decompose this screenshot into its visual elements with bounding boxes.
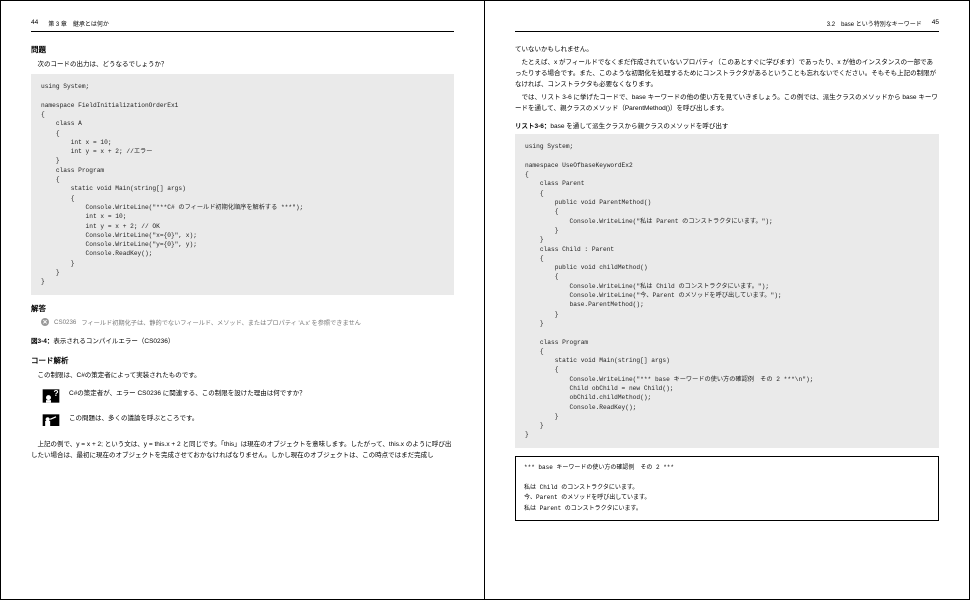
question-person-icon: ? xyxy=(41,386,61,406)
analysis-intro: この制限は、C#の策定者によって実装されたものです。 xyxy=(31,370,454,381)
listing-label: リスト3-6：base を通して派生クラスから親クラスのメソッドを呼び出す xyxy=(515,120,939,130)
left-chapter-title: 第 3 章 継承とは何か xyxy=(48,19,109,28)
compiler-error-line: ✕ CS0236 フィールド初期化子は、静的でないフィールド、メソッド、またはプ… xyxy=(41,318,454,327)
right-para-continue: ていないかもしれません。 xyxy=(515,44,939,55)
question-row: ? C#の策定者が、エラー CS0236 に関連する、この制限を設けた理由は何で… xyxy=(41,386,454,406)
problem-text: 次のコードの出力は、どうなるでしょうか？ xyxy=(31,59,454,70)
section-analysis: コード解析 xyxy=(31,355,454,366)
listing-label-text: base を通して派生クラスから親クラスのメソッドを呼び出す xyxy=(550,123,728,130)
figure-label-bold: 図3-4： xyxy=(31,338,53,345)
left-paragraph-1: 上記の例で、y = x + 2; という文は、y = this.x + 2 と同… xyxy=(31,439,454,461)
answer-text: この問題は、多くの議論を呼ぶところです。 xyxy=(69,411,198,424)
right-section-title: 3.2 base という特別なキーワード xyxy=(827,19,922,28)
code-block-1: using System; namespace FieldInitializat… xyxy=(31,74,454,295)
error-message: フィールド初期化子は、静的でないフィールド、メソッド、またはプロパティ 'A.x… xyxy=(81,318,361,327)
section-answer: 解答 xyxy=(31,303,454,314)
figure-label-text: 表示されるコンパイルエラー（CS0236） xyxy=(53,338,174,345)
answer-row: この問題は、多くの議論を呼ぶところです。 xyxy=(41,411,454,431)
listing-label-bold: リスト3-6： xyxy=(515,123,550,130)
teacher-icon xyxy=(41,411,61,431)
right-para-4: では、リスト 3-6 に挙げたコードで、base キーワードの他の使い方を見てい… xyxy=(515,92,939,114)
right-page-number: 45 xyxy=(932,19,939,28)
code-block-2: using System; namespace UseOfbaseKeyword… xyxy=(515,134,939,448)
error-code: CS0236 xyxy=(54,319,76,326)
error-icon: ✕ xyxy=(41,318,49,326)
question-text: C#の策定者が、エラー CS0236 に関連する、この制限を設けた理由は何ですか… xyxy=(69,386,306,399)
right-header: 3.2 base という特別なキーワード 45 xyxy=(515,19,939,32)
section-problem: 問題 xyxy=(31,44,454,55)
svg-text:?: ? xyxy=(54,388,59,398)
right-page: 3.2 base という特別なキーワード 45 ていないかもしれません。 たとえ… xyxy=(485,1,969,599)
figure-label: 図3-4：表示されるコンパイルエラー（CS0236） xyxy=(31,335,454,345)
left-page: 44 第 3 章 継承とは何か 問題 次のコードの出力は、どうなるでしょうか？ … xyxy=(1,1,485,599)
right-para-3: たとえば、x がフィールドでなくまだ作成されていないプロパティ（このあとすぐに学… xyxy=(515,57,939,90)
output-block: *** base キーワードの使い方の確認例 その 2 *** 私は Child… xyxy=(515,456,939,521)
left-page-number: 44 xyxy=(31,19,38,28)
left-header: 44 第 3 章 継承とは何か xyxy=(31,19,454,32)
